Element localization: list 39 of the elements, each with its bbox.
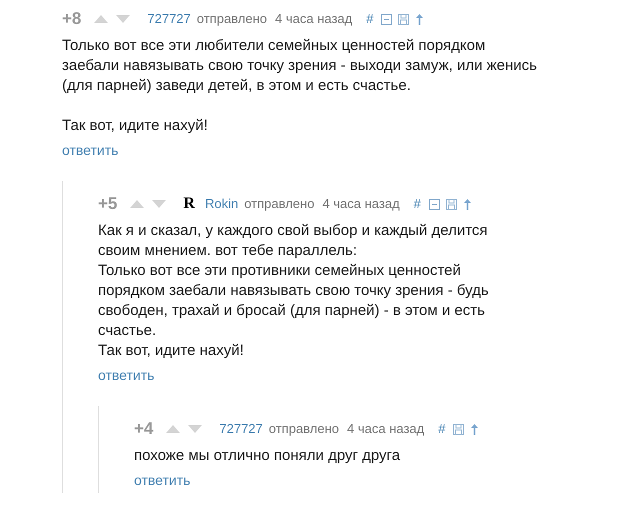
upvote-icon[interactable] [93,14,110,24]
comment-text: Только вот все эти противники семейных ценностей порядком заебали навязывать свою точку зрения - будь свободен, трахай и бросай (для парней) - в этом и есть счастье. [98,261,490,341]
comment-rating: +5 [98,193,118,216]
comment-text: Так вот, идите нахуй! [98,341,245,361]
downvote-icon[interactable] [115,14,132,24]
downvote-icon[interactable] [187,424,204,434]
avatar: R [183,194,195,214]
sent-label: отправлено [196,10,268,28]
downvote-icon[interactable] [151,199,168,209]
parent-arrow-icon[interactable] [415,13,424,25]
save-icon[interactable] [446,198,457,210]
comment-text: похоже мы отлично поняли друг друга [134,446,402,466]
comment-rating: +8 [62,8,82,30]
reply-link[interactable]: ответить [62,140,118,161]
comment-rating: +4 [134,418,154,440]
collapse-icon[interactable] [381,14,392,24]
comment-text: Только вот все эти любители семейных ценностей порядком заебали навязывать свою точку зрения - выходи замуж, или женись (для парней) заведи детей, в этом и есть счастье. [62,36,538,96]
author-link[interactable]: Rokin [204,194,238,214]
collapse-icon[interactable] [428,198,440,210]
comment-text: Как я и сказал, у каждого свой выбор и каждый делится своим мнением. вот тебе параллель: [98,221,489,261]
permalink-link[interactable]: # [438,419,446,439]
comment-time: 4 часа назад [347,420,424,438]
permalink-link[interactable]: # [414,194,421,214]
comment-time: 4 часа назад [322,195,400,214]
parent-arrow-icon[interactable] [470,423,480,435]
sent-label: отправлено [268,420,340,438]
reply-link[interactable]: ответить [98,365,154,386]
author-link[interactable]: 727727 [147,9,191,29]
upvote-icon[interactable] [165,424,182,434]
comment-time: 4 часа назад [275,10,352,28]
save-icon[interactable] [398,14,410,24]
upvote-icon[interactable] [129,199,146,209]
save-icon[interactable] [453,424,464,434]
parent-arrow-icon[interactable] [462,198,472,210]
sent-label: отправлено [244,195,314,214]
author-link[interactable]: 727727 [219,419,263,439]
permalink-link[interactable]: # [366,9,374,29]
reply-link[interactable]: ответить [134,470,190,491]
comment-text: Так вот, идите нахуй! [62,116,209,136]
